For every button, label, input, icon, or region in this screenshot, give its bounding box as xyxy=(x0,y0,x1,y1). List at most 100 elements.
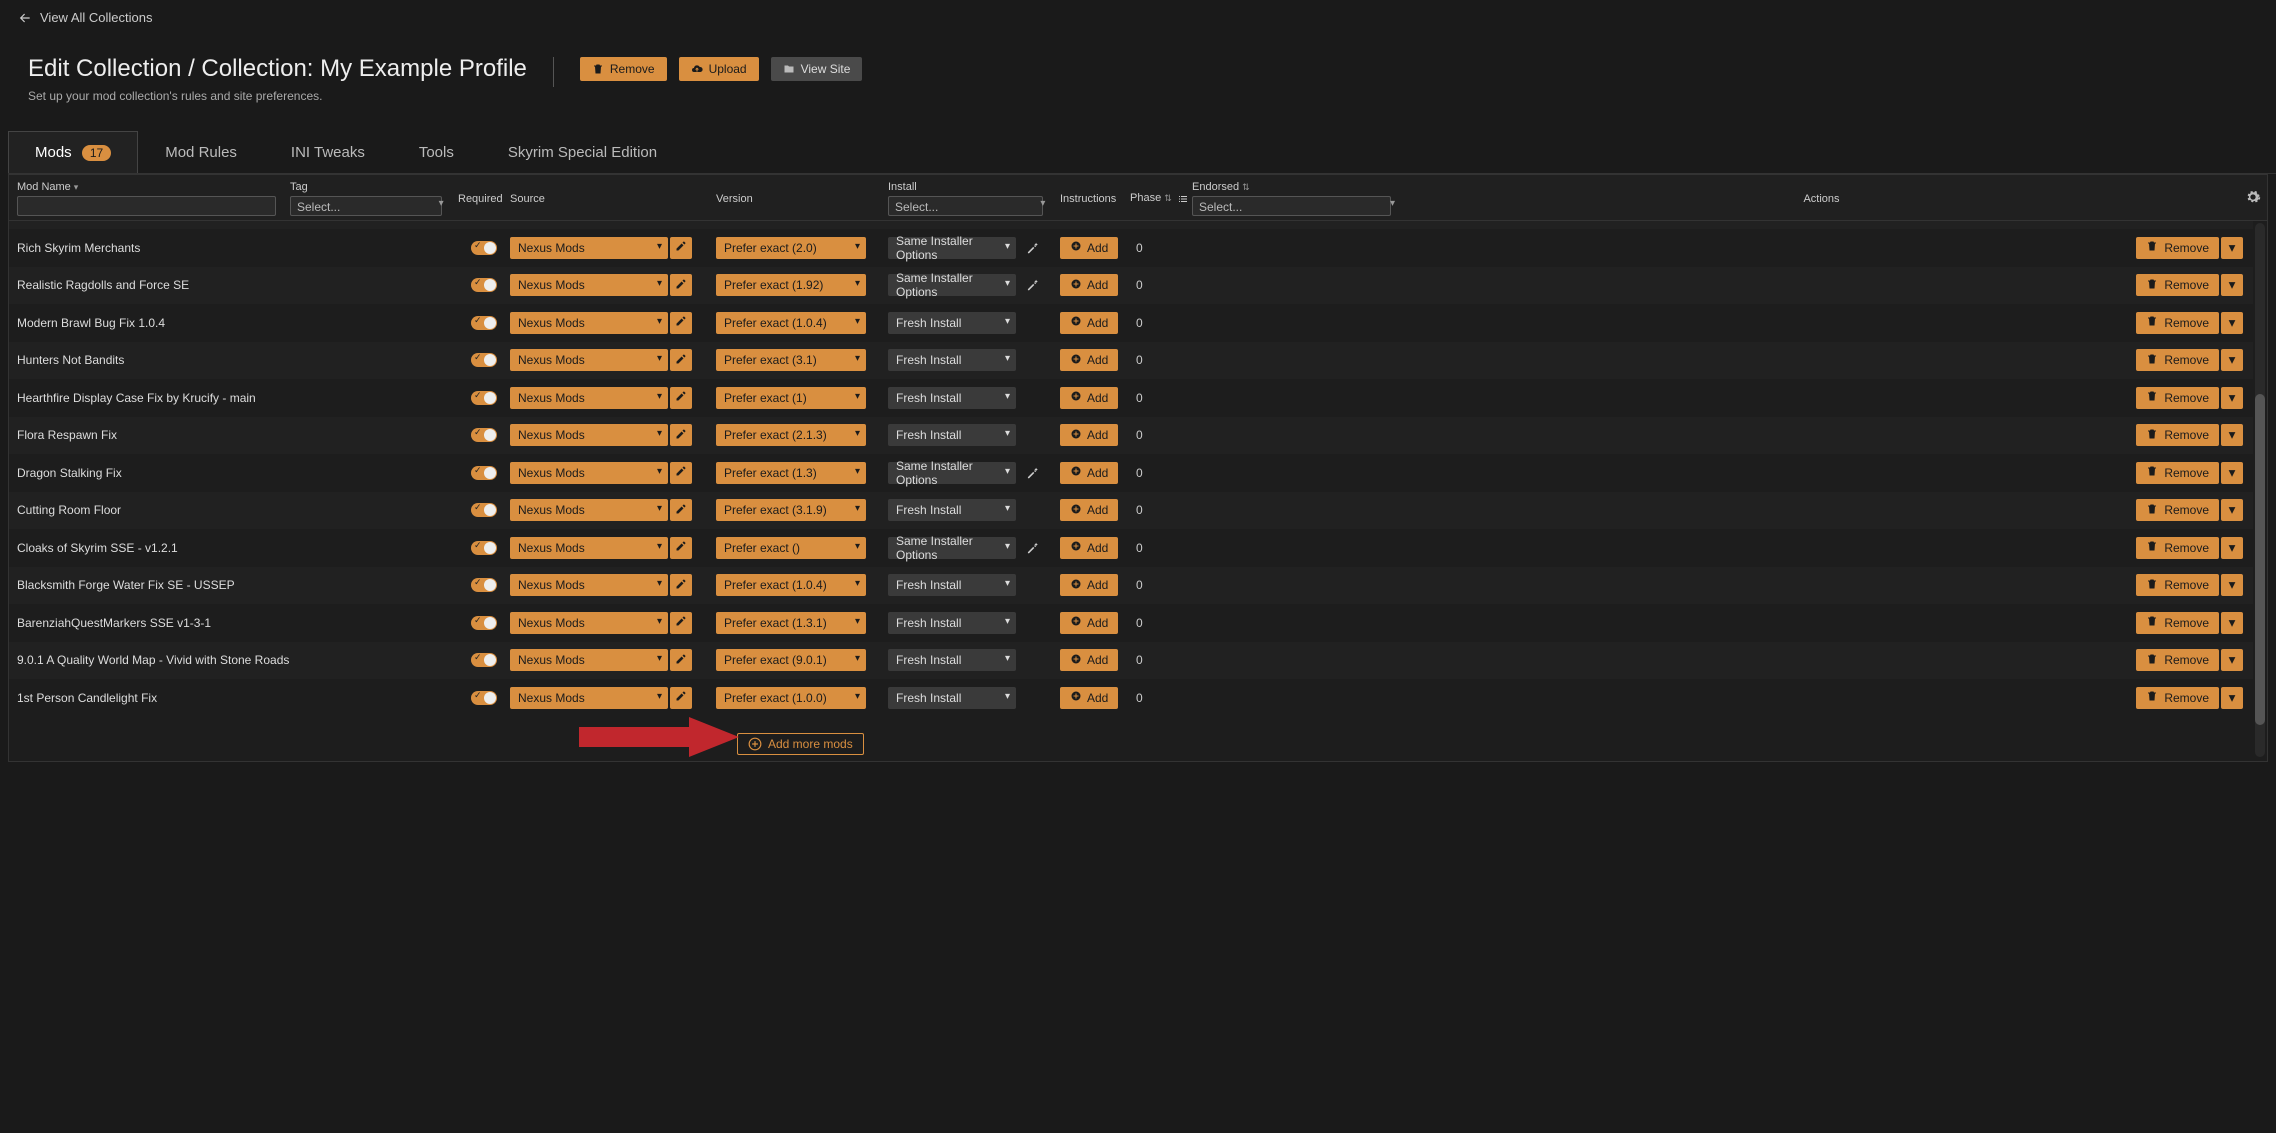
add-instructions-button[interactable]: Add xyxy=(1060,499,1118,521)
required-toggle[interactable] xyxy=(471,428,497,442)
required-toggle[interactable] xyxy=(471,353,497,367)
row-more-button[interactable]: ▾ xyxy=(2221,424,2243,446)
edit-source-button[interactable] xyxy=(670,237,692,259)
install-filter-select[interactable]: Select... xyxy=(888,196,1043,216)
version-select[interactable]: Prefer exact (1.0.4) xyxy=(716,574,866,596)
edit-source-button[interactable] xyxy=(670,312,692,334)
col-source[interactable]: Source xyxy=(510,193,545,205)
upload-button[interactable]: Upload xyxy=(679,57,759,81)
row-more-button[interactable]: ▾ xyxy=(2221,237,2243,259)
row-more-button[interactable]: ▾ xyxy=(2221,574,2243,596)
col-tag[interactable]: Tag xyxy=(290,181,308,193)
source-select[interactable]: Nexus Mods xyxy=(510,312,668,334)
required-toggle[interactable] xyxy=(471,391,497,405)
col-mod-name[interactable]: Mod Name xyxy=(17,181,71,193)
version-select[interactable]: Prefer exact (1.0.4) xyxy=(716,312,866,334)
add-instructions-button[interactable]: Add xyxy=(1060,387,1118,409)
remove-collection-button[interactable]: Remove xyxy=(580,57,667,81)
remove-row-button[interactable]: Remove xyxy=(2136,274,2219,296)
required-toggle[interactable] xyxy=(471,278,497,292)
scrollbar[interactable] xyxy=(2255,223,2265,757)
add-instructions-button[interactable]: Add xyxy=(1060,649,1118,671)
tab-mods[interactable]: Mods 17 xyxy=(8,131,138,173)
edit-source-button[interactable] xyxy=(670,574,692,596)
version-select[interactable]: Prefer exact (1.92) xyxy=(716,274,866,296)
col-phase[interactable]: Phase xyxy=(1130,192,1161,204)
required-toggle[interactable] xyxy=(471,578,497,592)
required-toggle[interactable] xyxy=(471,616,497,630)
remove-row-button[interactable]: Remove xyxy=(2136,687,2219,709)
add-instructions-button[interactable]: Add xyxy=(1060,687,1118,709)
row-more-button[interactable]: ▾ xyxy=(2221,349,2243,371)
row-more-button[interactable]: ▾ xyxy=(2221,312,2243,334)
list-icon[interactable] xyxy=(1177,193,1189,205)
row-more-button[interactable]: ▾ xyxy=(2221,462,2243,484)
required-toggle[interactable] xyxy=(471,316,497,330)
add-instructions-button[interactable]: Add xyxy=(1060,462,1118,484)
source-select[interactable]: Nexus Mods xyxy=(510,237,668,259)
row-more-button[interactable]: ▾ xyxy=(2221,274,2243,296)
install-select[interactable]: Fresh Install xyxy=(888,574,1016,596)
source-select[interactable]: Nexus Mods xyxy=(510,387,668,409)
source-select[interactable]: Nexus Mods xyxy=(510,499,668,521)
remove-row-button[interactable]: Remove xyxy=(2136,612,2219,634)
version-select[interactable]: Prefer exact (2.1.3) xyxy=(716,424,866,446)
remove-row-button[interactable]: Remove xyxy=(2136,349,2219,371)
row-more-button[interactable]: ▾ xyxy=(2221,537,2243,559)
remove-row-button[interactable]: Remove xyxy=(2136,312,2219,334)
remove-row-button[interactable]: Remove xyxy=(2136,499,2219,521)
add-instructions-button[interactable]: Add xyxy=(1060,424,1118,446)
remove-row-button[interactable]: Remove xyxy=(2136,649,2219,671)
col-install[interactable]: Install xyxy=(888,181,917,193)
required-toggle[interactable] xyxy=(471,503,497,517)
install-select[interactable]: Fresh Install xyxy=(888,499,1016,521)
tab-ini-tweaks[interactable]: INI Tweaks xyxy=(264,131,392,173)
add-instructions-button[interactable]: Add xyxy=(1060,349,1118,371)
source-select[interactable]: Nexus Mods xyxy=(510,349,668,371)
install-select[interactable]: Same Installer Options xyxy=(888,274,1016,296)
source-select[interactable]: Nexus Mods xyxy=(510,574,668,596)
install-select[interactable]: Fresh Install xyxy=(888,687,1016,709)
version-select[interactable]: Prefer exact (1.0.0) xyxy=(716,687,866,709)
edit-source-button[interactable] xyxy=(670,274,692,296)
version-select[interactable]: Prefer exact (1.3.1) xyxy=(716,612,866,634)
tag-filter-select[interactable]: Select... xyxy=(290,196,442,216)
add-instructions-button[interactable]: Add xyxy=(1060,612,1118,634)
col-instructions[interactable]: Instructions xyxy=(1060,193,1116,205)
col-version[interactable]: Version xyxy=(716,193,753,205)
remove-row-button[interactable]: Remove xyxy=(2136,574,2219,596)
version-select[interactable]: Prefer exact (9.0.1) xyxy=(716,649,866,671)
source-select[interactable]: Nexus Mods xyxy=(510,612,668,634)
version-select[interactable]: Prefer exact (1.3) xyxy=(716,462,866,484)
col-required[interactable]: Required xyxy=(458,193,503,205)
version-select[interactable]: Prefer exact (3.1.9) xyxy=(716,499,866,521)
add-instructions-button[interactable]: Add xyxy=(1060,574,1118,596)
add-instructions-button[interactable]: Add xyxy=(1060,274,1118,296)
row-more-button[interactable]: ▾ xyxy=(2221,499,2243,521)
row-more-button[interactable]: ▾ xyxy=(2221,387,2243,409)
version-select[interactable]: Prefer exact (1) xyxy=(716,387,866,409)
edit-source-button[interactable] xyxy=(670,649,692,671)
scrollbar-thumb[interactable] xyxy=(2255,394,2265,725)
edit-source-button[interactable] xyxy=(670,687,692,709)
edit-source-button[interactable] xyxy=(670,387,692,409)
add-instructions-button[interactable]: Add xyxy=(1060,312,1118,334)
remove-row-button[interactable]: Remove xyxy=(2136,237,2219,259)
version-select[interactable]: Prefer exact (3.1) xyxy=(716,349,866,371)
remove-row-button[interactable]: Remove xyxy=(2136,387,2219,409)
source-select[interactable]: Nexus Mods xyxy=(510,537,668,559)
required-toggle[interactable] xyxy=(471,653,497,667)
source-select[interactable]: Nexus Mods xyxy=(510,462,668,484)
tab-tools[interactable]: Tools xyxy=(392,131,481,173)
edit-source-button[interactable] xyxy=(670,424,692,446)
add-instructions-button[interactable]: Add xyxy=(1060,537,1118,559)
source-select[interactable]: Nexus Mods xyxy=(510,649,668,671)
install-select[interactable]: Fresh Install xyxy=(888,612,1016,634)
tab-game[interactable]: Skyrim Special Edition xyxy=(481,131,684,173)
install-select[interactable]: Fresh Install xyxy=(888,312,1016,334)
remove-row-button[interactable]: Remove xyxy=(2136,424,2219,446)
remove-row-button[interactable]: Remove xyxy=(2136,462,2219,484)
source-select[interactable]: Nexus Mods xyxy=(510,424,668,446)
edit-source-button[interactable] xyxy=(670,462,692,484)
source-select[interactable]: Nexus Mods xyxy=(510,687,668,709)
